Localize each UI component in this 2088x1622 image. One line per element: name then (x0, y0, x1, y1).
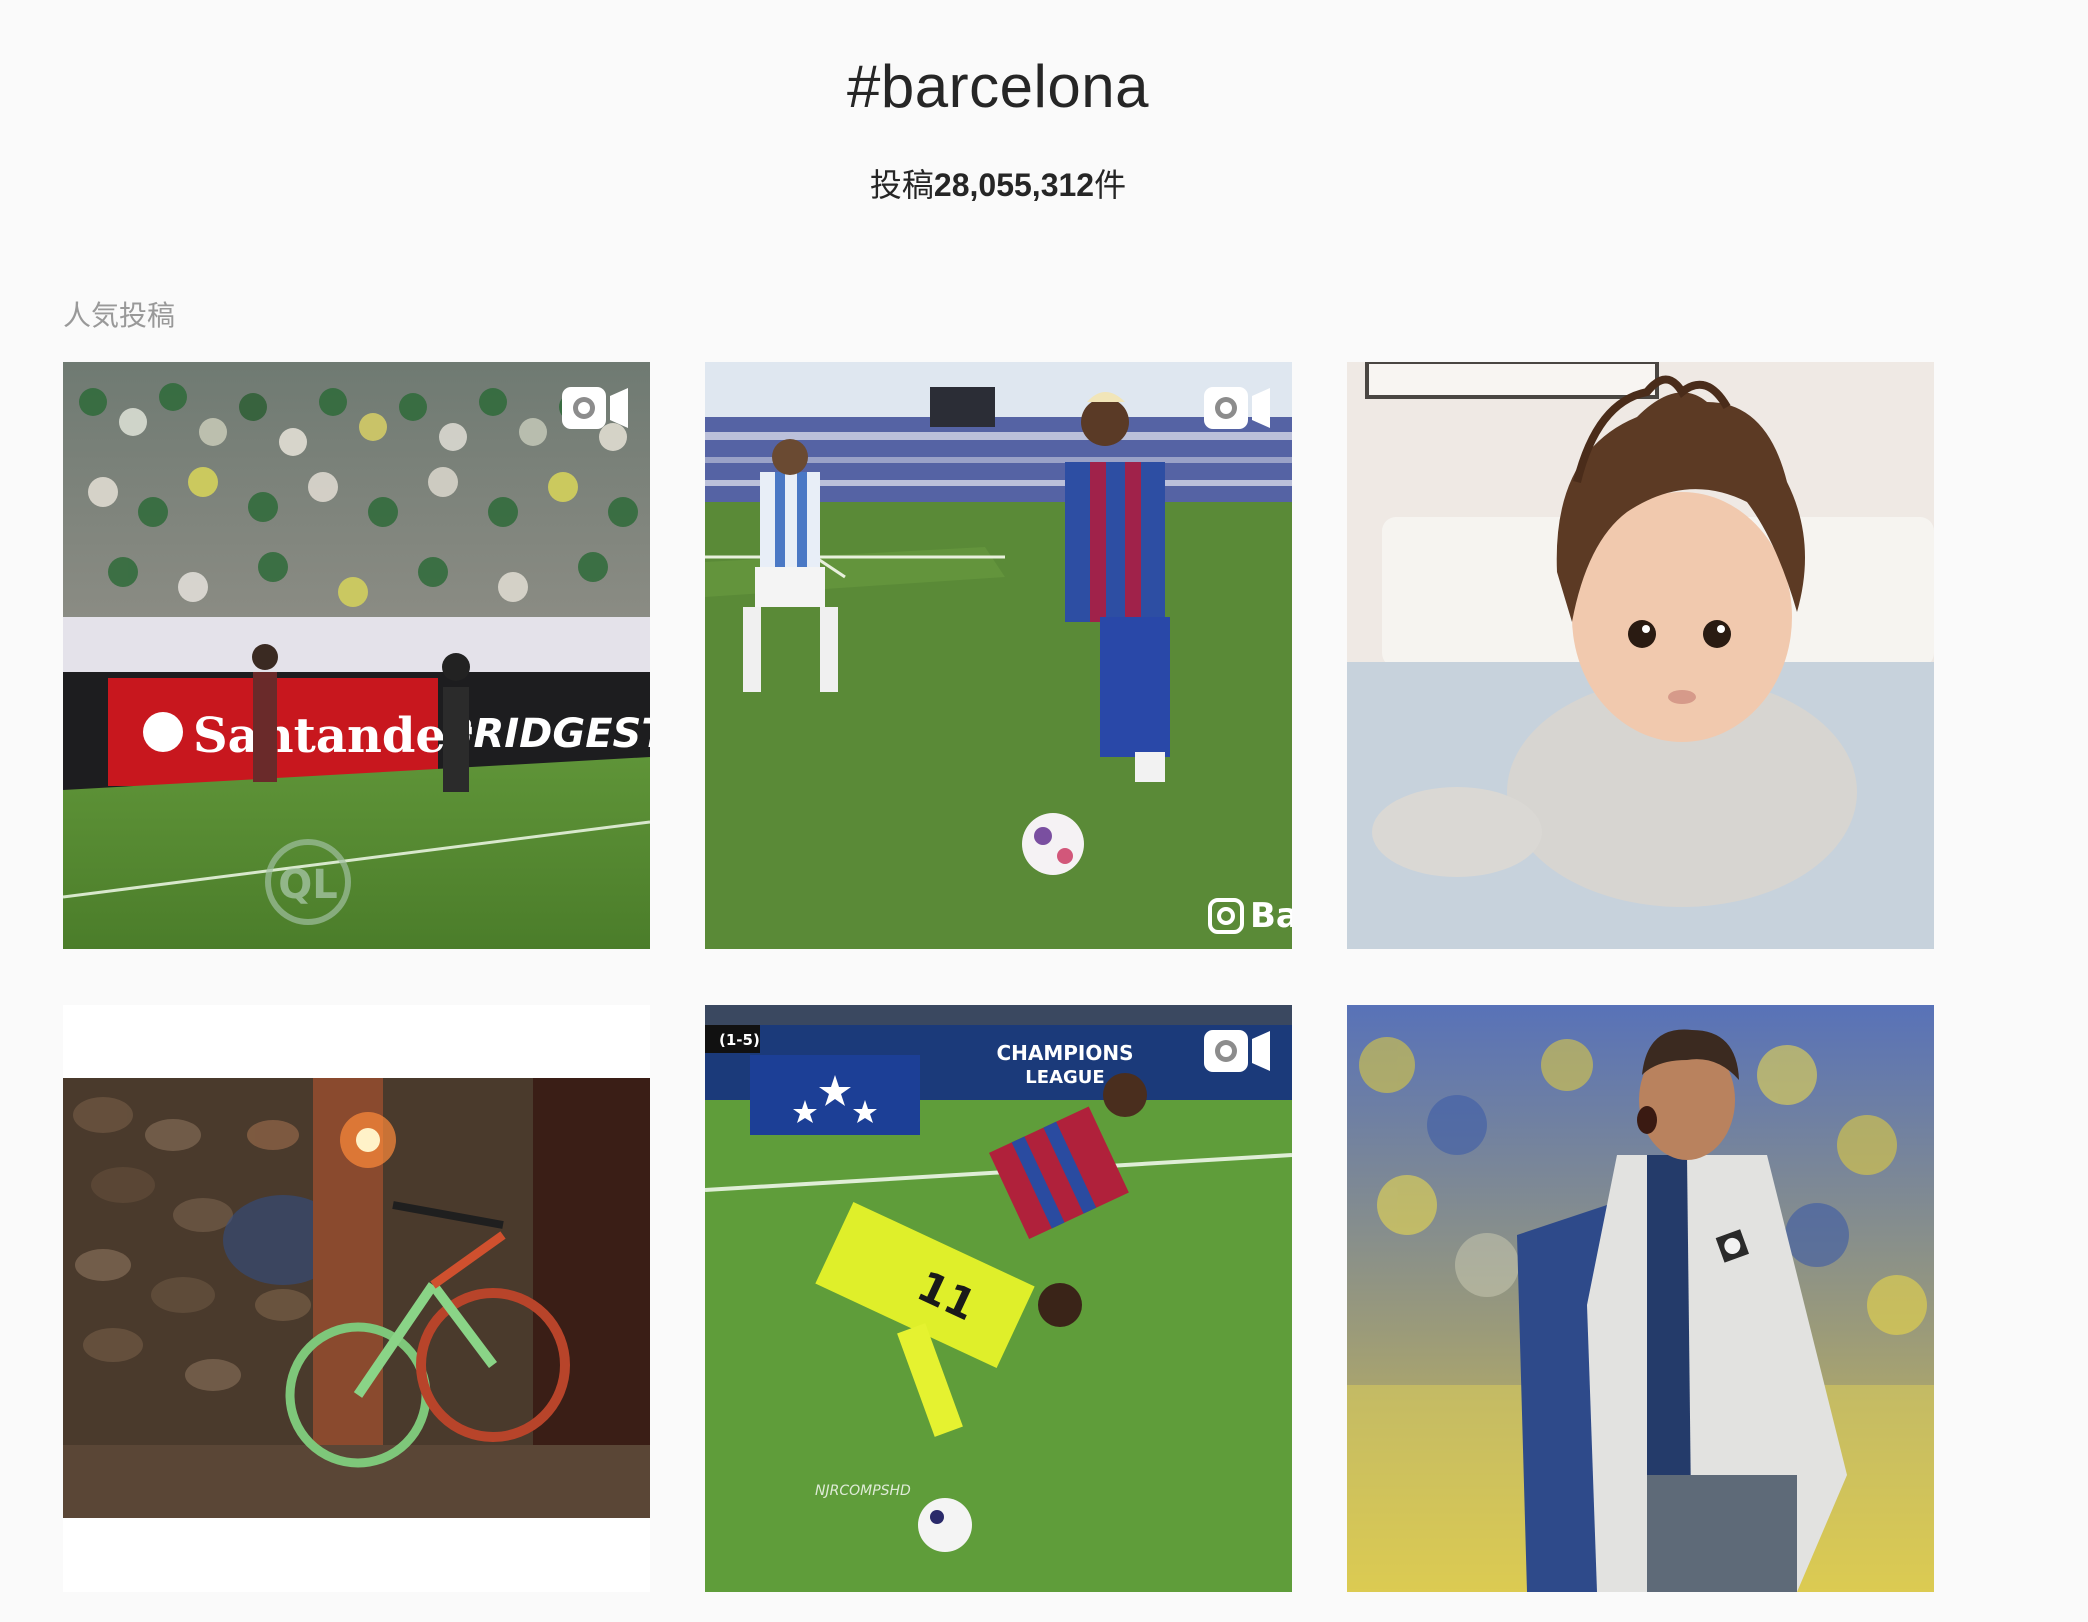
ad-board-bridgestone: BRIDGESTONE (443, 711, 650, 757)
post-count: 投稿28,055,312件 (0, 160, 1996, 206)
score-label: (1-5) (719, 1031, 760, 1049)
post-count-prefix: 投稿 (869, 167, 934, 203)
post-thumbnail-1[interactable]: Santander BRIDGESTONE QL (63, 362, 650, 949)
hashtag-title: #barcelona (847, 53, 1149, 120)
post-thumbnail-4[interactable] (63, 1005, 650, 1592)
post-count-suffix: 件 (1094, 167, 1127, 203)
video-camera-icon (1202, 1027, 1272, 1075)
post-image-champions-league-tackle: CHAMPIONS LEAGUE (1-5) 11 NJRCOMPSHD (705, 1005, 1292, 1592)
post-image-football-skill: Ba (705, 362, 1292, 949)
post-count-value: 28,055,312 (933, 167, 1095, 203)
post-image-bicycle (63, 1005, 650, 1592)
post-image-coach-shouting (1347, 1005, 1934, 1592)
post-thumbnail-2[interactable]: Ba (705, 362, 1292, 949)
post-thumbnail-5[interactable]: CHAMPIONS LEAGUE (1-5) 11 NJRCOMPSHD (705, 1005, 1292, 1592)
watermark-ql: QL (278, 862, 338, 908)
banner-league: LEAGUE (1025, 1067, 1104, 1088)
post-thumbnail-6[interactable] (1347, 1005, 1934, 1592)
video-camera-icon (560, 384, 630, 432)
post-thumbnail-3[interactable] (1347, 362, 1934, 949)
top-posts-label: 人気投稿 (63, 300, 176, 331)
ad-board-santander: Santander (193, 708, 472, 764)
watermark-njrcompshd: NJRCOMPSHD (815, 1483, 911, 1499)
watermark-ba: Ba (1250, 896, 1292, 936)
banner-champions: CHAMPIONS (996, 1041, 1133, 1065)
video-camera-icon (1202, 384, 1272, 432)
post-image-stadium-sideline: Santander BRIDGESTONE QL (63, 362, 650, 949)
post-image-baby-photo (1347, 362, 1934, 949)
